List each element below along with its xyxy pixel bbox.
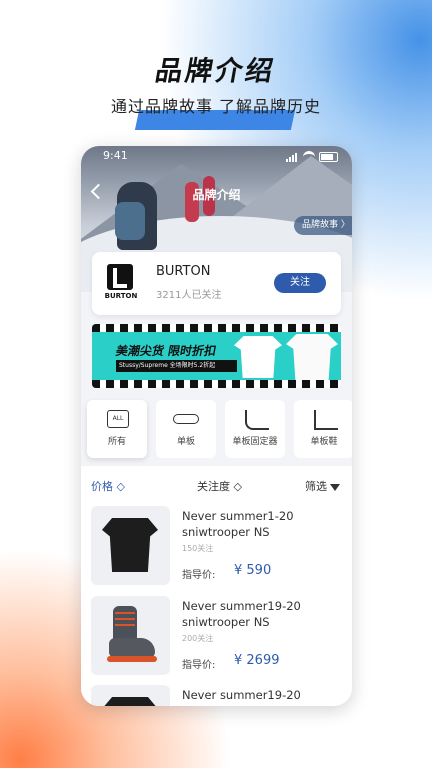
brand-followers: 3211人已关注 [156,290,222,301]
product-item[interactable]: Never summer1-20 sniwtrooper NS 150关注 指导… [91,506,347,588]
wifi-icon [303,151,315,163]
product-price: ¥ 590 [234,563,272,578]
category-bar: ALL 所有 单板 单板固定器 单板鞋 [87,400,352,462]
all-icon: ALL [107,410,129,428]
snowboard-icon [173,414,199,424]
phone-mockup: 9:41 品牌介绍 品牌故事 〉 BURTON BURTON 3211人已关注 … [81,146,352,706]
banner-tshirt-image [286,334,338,380]
product-item[interactable]: Never summer19-20 sniwtrooper NS 200关注 指… [91,596,347,678]
price-label: 指导价: [182,570,216,581]
brand-card: BURTON BURTON 3211人已关注 关注 [92,252,341,315]
sort-price[interactable]: 价格 ◇ [91,478,125,494]
product-followers: 150关注 [182,544,214,553]
status-icons [286,151,338,163]
brand-logo: BURTON [104,264,138,302]
product-image [91,685,170,706]
boot-image [105,606,157,664]
follow-button[interactable]: 关注 [274,273,326,293]
boot-icon [314,410,338,430]
sort-popularity[interactable]: 关注度 ◇ [197,478,242,494]
product-followers: 200关注 [182,634,214,643]
filter-button[interactable]: 筛选 [305,478,340,494]
banner-tshirt-image [234,336,282,378]
tshirt-icon [102,697,158,706]
banner-strip-text: Stussy/Supreme 全场限时5.2折起 [116,360,237,372]
signal-icon [286,152,299,162]
product-image [91,506,170,585]
page-subtitle: 通过品牌故事 了解品牌历史 [110,97,322,116]
category-all[interactable]: ALL 所有 [87,400,147,458]
product-name: Never summer19-20 [182,688,301,702]
tshirt-icon [102,518,158,572]
status-time: 9:41 [103,149,128,162]
product-list: 价格 ◇ 关注度 ◇ 筛选 Never summer1-20 sniwtroop… [81,466,352,706]
nav-title: 品牌介绍 [192,188,241,202]
category-boots[interactable]: 单板鞋 [294,400,352,458]
promo-banner[interactable]: 美潮尖货 限时折扣 Stussy/Supreme 全场限时5.2折起 [92,324,341,388]
product-item[interactable]: Never summer19-20 [91,685,347,706]
binding-icon [245,410,269,430]
category-snowboard[interactable]: 单板 [156,400,216,458]
page-title: 品牌介绍 [152,55,279,87]
brand-story-button[interactable]: 品牌故事 〉 [294,216,352,235]
page-header: 品牌介绍 [0,48,432,130]
product-price: ¥ 2699 [234,653,280,668]
product-image [91,596,170,675]
filter-icon [330,483,340,491]
banner-headline: 美潮尖货 限时折扣 [114,344,218,358]
sort-bar: 价格 ◇ 关注度 ◇ 筛选 [81,466,352,502]
price-label: 指导价: [182,660,216,671]
product-name: Never summer19-20 sniwtrooper NS [182,599,301,629]
product-name: Never summer1-20 sniwtrooper NS [182,509,294,539]
category-binding[interactable]: 单板固定器 [225,400,285,458]
battery-icon [319,152,338,162]
brand-name: BURTON [156,264,211,279]
